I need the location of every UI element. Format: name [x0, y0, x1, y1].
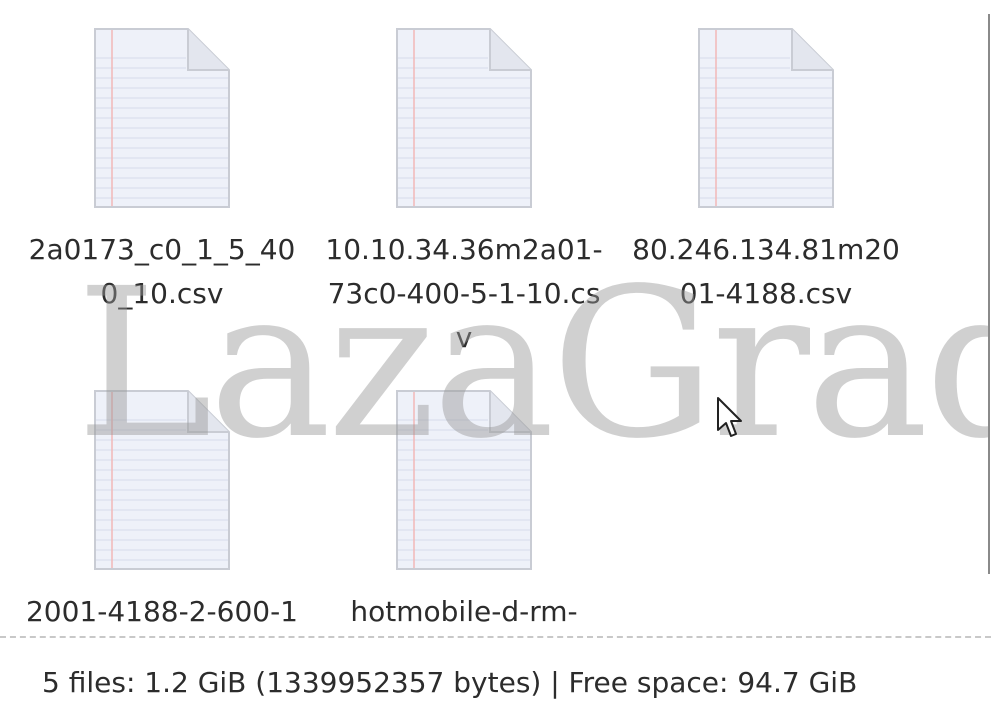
file-grid-view[interactable]: 2a0173_c0_1_5_400_10.csv 10.10.34.36m2a0… [0, 0, 988, 636]
file-name[interactable]: 2001-4188-2-600-1 [12, 590, 312, 634]
file-manager-window: 2a0173_c0_1_5_400_10.csv 10.10.34.36m2a0… [0, 0, 991, 720]
text-document-icon [396, 28, 532, 208]
file-item[interactable]: hotmobile-d-rm- [314, 390, 614, 634]
file-name[interactable]: 10.10.34.36m2a01-73c0-400-5-1-10.csv [314, 228, 614, 360]
file-name[interactable]: 80.246.134.81m2001-4188.csv [616, 228, 916, 316]
file-name[interactable]: 2a0173_c0_1_5_400_10.csv [12, 228, 312, 316]
scrollbar-thumb[interactable] [988, 14, 990, 574]
mouse-pointer-icon [716, 396, 742, 440]
text-document-icon [94, 390, 230, 570]
status-text: 5 files: 1.2 GiB (1339952357 bytes) | Fr… [42, 666, 858, 699]
text-document-icon [698, 28, 834, 208]
text-document-icon [396, 390, 532, 570]
text-document-icon [94, 28, 230, 208]
file-item[interactable]: 10.10.34.36m2a01-73c0-400-5-1-10.csv [314, 28, 614, 360]
file-item[interactable]: 2001-4188-2-600-1 [12, 390, 312, 634]
file-item[interactable]: 80.246.134.81m2001-4188.csv [616, 28, 916, 316]
file-name[interactable]: hotmobile-d-rm- [314, 590, 614, 634]
status-bar: 5 files: 1.2 GiB (1339952357 bytes) | Fr… [0, 636, 991, 720]
file-item[interactable]: 2a0173_c0_1_5_400_10.csv [12, 28, 312, 316]
